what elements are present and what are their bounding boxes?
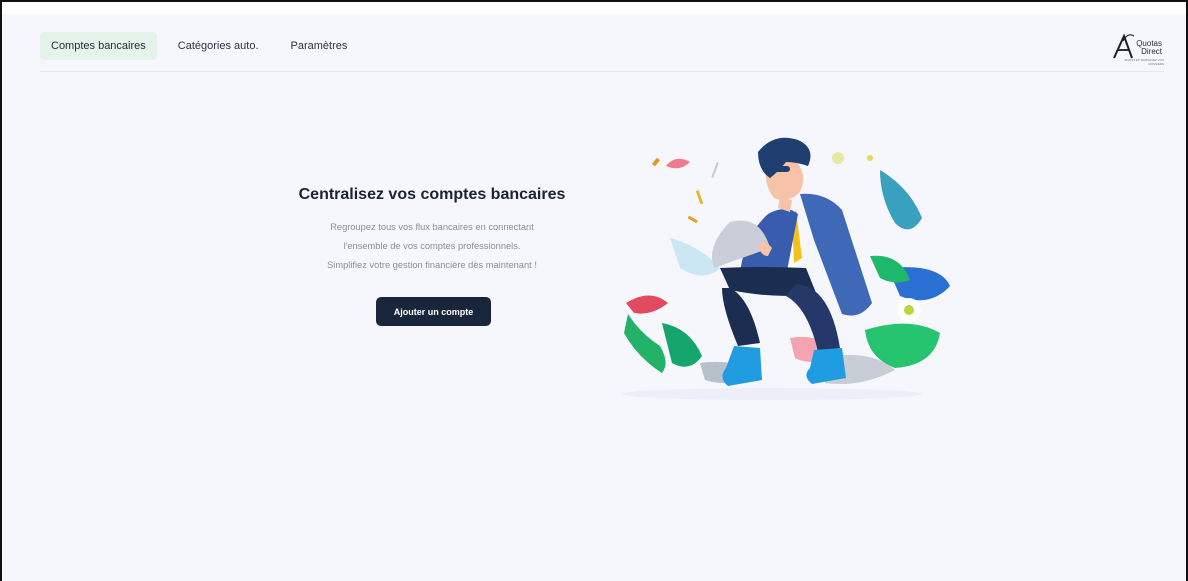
add-account-button[interactable]: Ajouter un compte xyxy=(376,297,491,326)
tab-parametres[interactable]: Paramètres xyxy=(280,32,359,60)
logo-title: Quotas Direct xyxy=(1136,39,1162,56)
description-line-1: Regroupez tous vos flux bancaires en con… xyxy=(330,222,534,232)
top-navigation: Comptes bancaires Catégories auto. Param… xyxy=(40,28,1164,72)
page-title: Centralisez vos comptes bancaires xyxy=(298,186,566,203)
app-body: Comptes bancaires Catégories auto. Param… xyxy=(12,14,1182,581)
description-line-3: Simplifiez votre gestion financière dès … xyxy=(327,260,537,270)
nav-tabs: Comptes bancaires Catégories auto. Param… xyxy=(40,32,358,60)
brand-logo[interactable]: Quotas Direct BOOST ET SIMPLIFIEZ VOS DO… xyxy=(1112,30,1164,70)
tab-categories-auto[interactable]: Catégories auto. xyxy=(167,32,270,60)
app-window: Comptes bancaires Catégories auto. Param… xyxy=(0,0,1188,581)
description-line-2: l'ensemble de vos comptes professionnels… xyxy=(343,241,521,251)
man-with-laptop-illustration xyxy=(622,137,950,400)
empty-state: Centralisez vos comptes bancaires Regrou… xyxy=(282,186,582,275)
tab-comptes-bancaires[interactable]: Comptes bancaires xyxy=(40,32,157,60)
logo-subtitle: BOOST ET SIMPLIFIEZ VOS DOSSIERS xyxy=(1124,58,1164,66)
page-description: Regroupez tous vos flux bancaires en con… xyxy=(282,218,582,275)
